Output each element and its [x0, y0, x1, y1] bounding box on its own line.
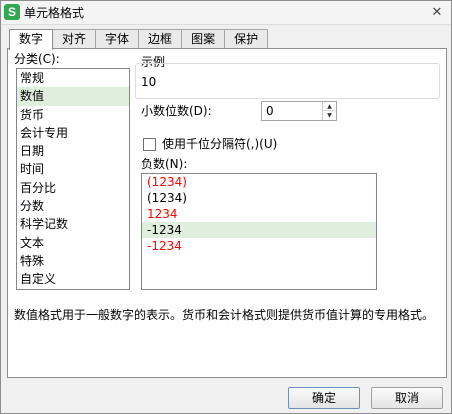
close-icon[interactable]: ✕	[429, 5, 445, 21]
negative-numbers-list[interactable]: (1234) (1234) 1234 -1234 -1234	[141, 173, 377, 290]
category-item-general[interactable]: 常规	[17, 69, 129, 87]
spin-up-icon[interactable]: ▲	[323, 102, 336, 111]
negative-item-selected[interactable]: -1234	[142, 222, 376, 238]
decimal-places-label: 小数位数(D):	[141, 104, 212, 118]
category-label: 分类(C):	[14, 52, 60, 66]
negative-item[interactable]: 1234	[142, 206, 376, 222]
category-item-fraction[interactable]: 分数	[17, 197, 129, 215]
tab-font[interactable]: 字体	[95, 29, 140, 49]
ok-button[interactable]: 确定	[288, 387, 360, 409]
negative-item[interactable]: (1234)	[142, 174, 376, 190]
number-tab-panel: 分类(C): 常规 数值 货币 会计专用 日期 时间 百分比 分数 科学记数 文…	[7, 48, 447, 378]
title-bar[interactable]: S 单元格格式 ✕	[1, 1, 451, 25]
stepper-arrows: ▲ ▼	[322, 102, 336, 120]
category-item-percentage[interactable]: 百分比	[17, 179, 129, 197]
category-item-currency[interactable]: 货币	[17, 106, 129, 124]
spin-down-icon[interactable]: ▼	[323, 111, 336, 120]
sample-box	[135, 63, 440, 99]
category-item-special[interactable]: 特殊	[17, 252, 129, 270]
category-item-text[interactable]: 文本	[17, 234, 129, 252]
decimal-places-value[interactable]: 0	[266, 103, 274, 119]
sample-value: 10	[141, 75, 157, 89]
decimal-places-stepper[interactable]: 0 ▲ ▼	[261, 101, 337, 121]
category-item-date[interactable]: 日期	[17, 142, 129, 160]
negative-item[interactable]: -1234	[142, 238, 376, 254]
category-item-time[interactable]: 时间	[17, 160, 129, 178]
negative-item[interactable]: (1234)	[142, 190, 376, 206]
tab-alignment[interactable]: 对齐	[52, 29, 97, 49]
format-description: 数值格式用于一般数字的表示。货币和会计格式则提供货币值计算的专用格式。	[14, 308, 435, 322]
tab-border[interactable]: 边框	[138, 29, 183, 49]
tab-pattern[interactable]: 图案	[181, 29, 226, 49]
format-cells-dialog: S 单元格格式 ✕ 数字 对齐 字体 边框 图案 保护 分类(C): 常规 数值…	[0, 0, 452, 414]
cancel-button[interactable]: 取消	[371, 387, 443, 409]
category-item-scientific[interactable]: 科学记数	[17, 215, 129, 233]
negative-numbers-label: 负数(N):	[141, 157, 188, 171]
tab-protection[interactable]: 保护	[224, 29, 269, 49]
tab-bar: 数字 对齐 字体 边框 图案 保护	[9, 29, 269, 50]
thousands-separator-label[interactable]: 使用千位分隔符(,)(U)	[162, 136, 277, 152]
dialog-title: 单元格格式	[24, 6, 85, 20]
category-item-custom[interactable]: 自定义	[17, 270, 129, 288]
category-item-accounting[interactable]: 会计专用	[17, 124, 129, 142]
category-list[interactable]: 常规 数值 货币 会计专用 日期 时间 百分比 分数 科学记数 文本 特殊 自定…	[16, 68, 130, 290]
tab-number[interactable]: 数字	[9, 29, 54, 50]
thousands-separator-checkbox[interactable]	[143, 138, 156, 151]
category-item-number[interactable]: 数值	[17, 87, 129, 106]
app-logo-icon: S	[4, 4, 20, 20]
